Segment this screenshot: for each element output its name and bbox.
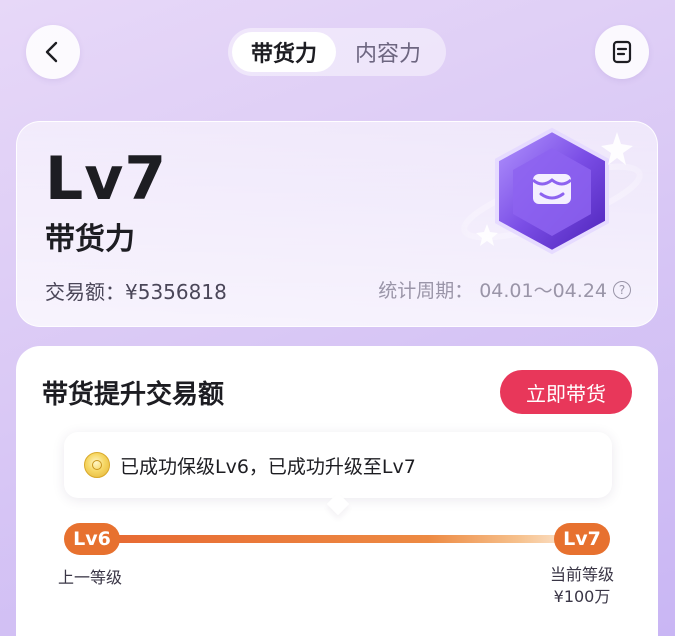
document-icon	[612, 40, 632, 64]
level-value: Lv7	[45, 144, 168, 214]
record-button[interactable]	[595, 25, 649, 79]
previous-level-badge: Lv6	[64, 523, 120, 555]
level-progress-bar	[112, 535, 564, 543]
level-card: Lv7 带货力 交易额：¥5356818 统计周期： 04.01～04.24 ?	[16, 121, 658, 327]
status-tooltip: 已成功保级Lv6，已成功升级至Lv7	[64, 432, 612, 498]
current-level-threshold: ¥100万	[553, 587, 611, 606]
period-label: 统计周期：	[378, 280, 474, 302]
previous-level-caption: 上一等级	[58, 568, 123, 587]
level-badge-icon	[461, 127, 643, 255]
back-button[interactable]	[26, 25, 80, 79]
tab-switcher: 带货力 内容力	[228, 28, 446, 76]
current-level-caption: 当前等级	[550, 565, 615, 584]
stat-period: 统计周期： 04.01～04.24 ?	[378, 276, 631, 303]
tab-content-power[interactable]: 内容力	[336, 32, 440, 72]
tab-sales-power[interactable]: 带货力	[232, 32, 336, 72]
amount-label: 交易额：	[45, 280, 125, 304]
amount-value: ¥5356818	[125, 280, 227, 304]
transaction-amount: 交易额：¥5356818	[45, 276, 227, 305]
coin-icon	[84, 452, 110, 478]
chevron-left-icon	[45, 41, 58, 63]
start-selling-button[interactable]: 立即带货	[500, 370, 632, 414]
help-icon[interactable]: ?	[613, 280, 631, 299]
progress-card: 带货提升交易额 立即带货 已成功保级Lv6，已成功升级至Lv7 Lv6 Lv7 …	[16, 346, 658, 636]
current-level-badge: Lv7	[554, 523, 610, 555]
status-text: 已成功保级Lv6，已成功升级至Lv7	[120, 455, 416, 478]
current-level-info: 当前等级 ¥100万	[550, 564, 614, 608]
progress-title: 带货提升交易额	[42, 380, 225, 410]
level-category: 带货力	[45, 222, 135, 257]
period-value: 04.01～04.24	[479, 280, 607, 302]
